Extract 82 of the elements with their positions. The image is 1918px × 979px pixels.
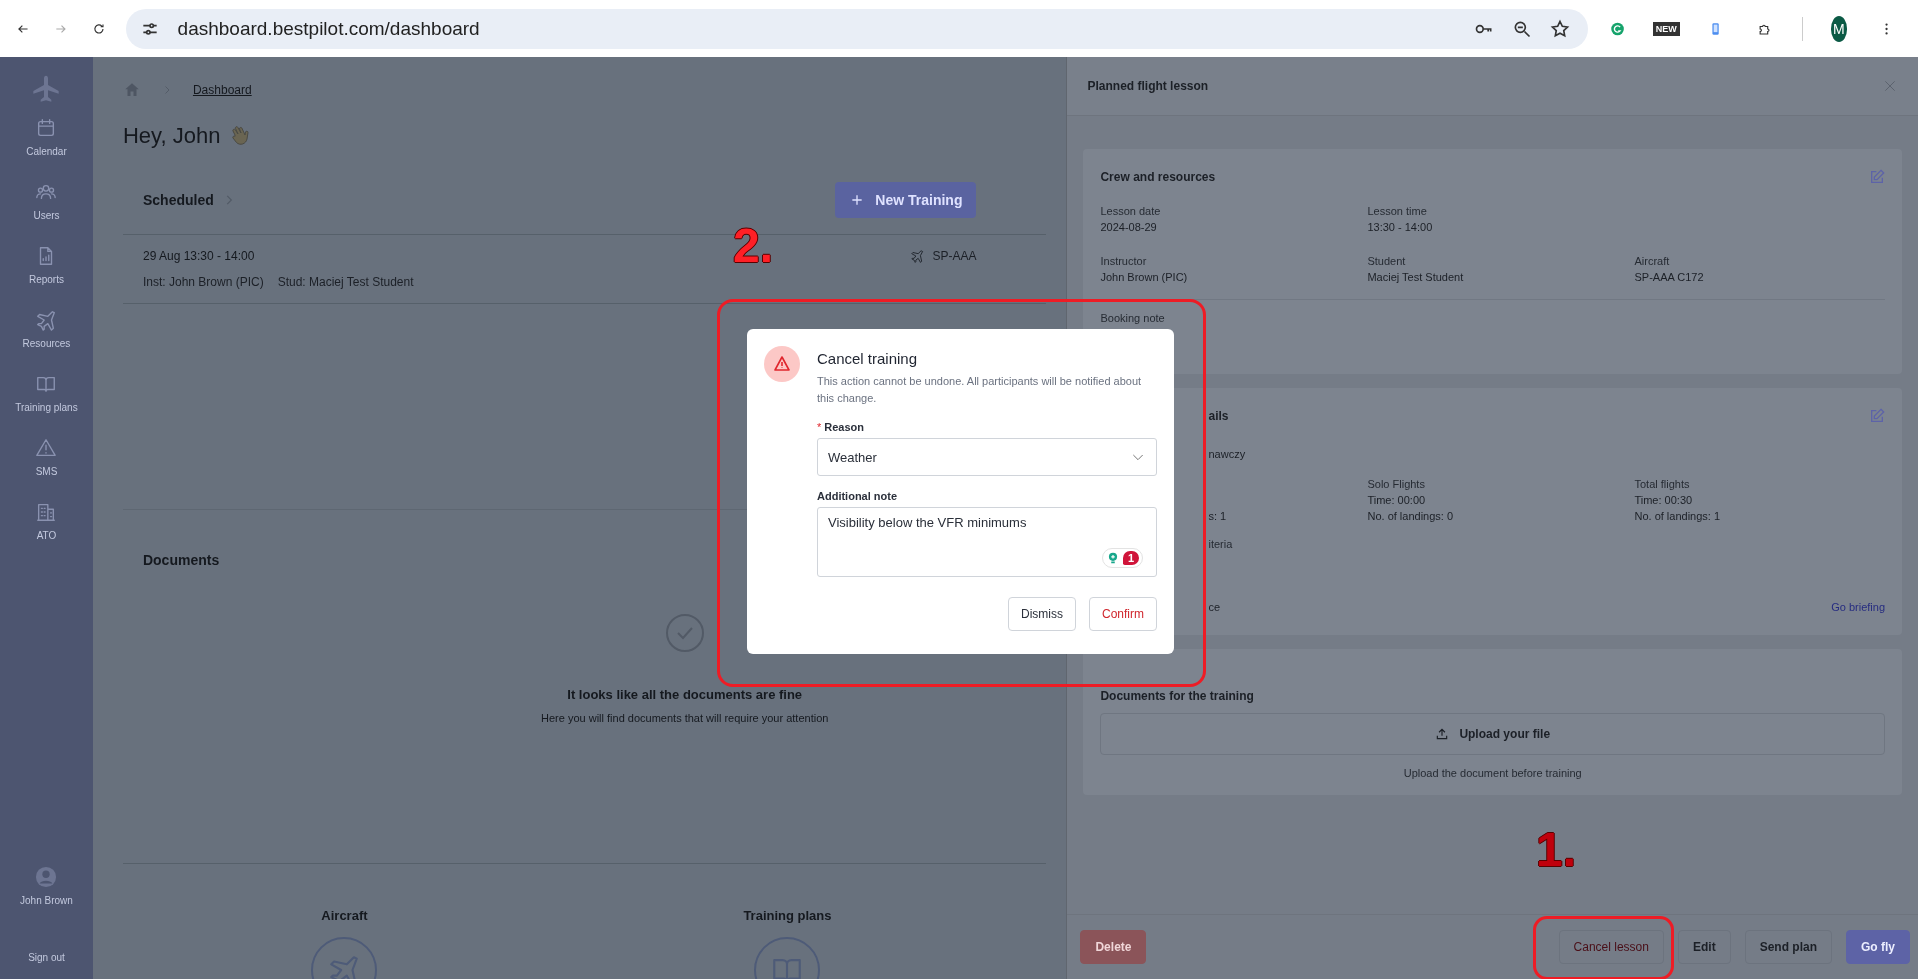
lesson-aircraft: SP-AAA xyxy=(932,249,977,263)
field-value: SP-AAA C172 xyxy=(1634,270,1705,285)
empty-text: Here you will find documents that will require your attention xyxy=(541,712,829,724)
card-title: ails xyxy=(1208,409,1229,423)
annotation-number: 1. xyxy=(1536,826,1577,874)
card-title: Documents for the training xyxy=(1100,689,1255,703)
sidebar-item[interactable]: Calendar xyxy=(14,117,79,159)
upload-hint: Upload the document before training xyxy=(1402,767,1583,779)
footer-button[interactable]: Send plan xyxy=(1744,930,1832,964)
field-value: John Brown (PIC) xyxy=(1100,270,1189,285)
new-training-button[interactable]: New Training xyxy=(835,182,977,218)
lesson-instructor: Inst: John Brown (PIC) xyxy=(142,275,264,289)
briefing-link[interactable]: Go briefing xyxy=(1831,599,1885,615)
field-label: Instructor xyxy=(1100,254,1148,269)
dialog-button[interactable]: Confirm xyxy=(1089,597,1157,631)
field-label: iteria xyxy=(1208,537,1233,552)
footer-button[interactable]: Go fly xyxy=(1846,930,1910,964)
sidebar-item[interactable]: Training plans xyxy=(14,373,79,415)
field-value: Time: 00:30 xyxy=(1634,493,1694,508)
reason-select[interactable]: Weather xyxy=(817,438,1157,476)
sidebar-item[interactable]: Reports xyxy=(14,245,79,287)
field-value: Time: 00:00 xyxy=(1367,493,1427,508)
footer-button[interactable]: Edit xyxy=(1677,930,1731,964)
sidebar-item[interactable]: ATO xyxy=(14,501,79,543)
field-value: No. of landings: 0 xyxy=(1367,509,1455,524)
field-label: Solo Flights xyxy=(1367,477,1426,492)
sidebar-item[interactable]: Resources xyxy=(14,309,79,351)
edit-icon[interactable] xyxy=(1869,169,1885,185)
breadcrumb-link[interactable]: Dashboard xyxy=(192,83,252,97)
annotation-number: 2. xyxy=(733,222,774,270)
footer-button[interactable]: Cancel lesson xyxy=(1558,930,1664,964)
field-value: 2024-08-29 xyxy=(1100,220,1158,235)
empty-title: It looks like all the documents are fine xyxy=(567,687,803,702)
panel-title: Planned flight lesson xyxy=(1087,79,1209,93)
sign-out-link[interactable]: Sign out xyxy=(28,952,65,963)
plane-icon[interactable] xyxy=(35,309,58,331)
field-label: Total flights xyxy=(1634,477,1691,492)
close-icon[interactable] xyxy=(1882,78,1898,94)
field-label: ce xyxy=(1208,600,1221,615)
card-title: Crew and resources xyxy=(1100,170,1216,184)
field-label: Booking note xyxy=(1100,312,1165,324)
field-label: Aircraft xyxy=(1634,254,1671,269)
dialog-button[interactable]: Dismiss xyxy=(1008,597,1076,631)
required-mark: * xyxy=(817,421,822,433)
field-label: Student xyxy=(1367,254,1407,269)
field-label: Additional note xyxy=(817,490,898,502)
field-label: Reason xyxy=(824,421,865,433)
profile-avatar[interactable]: M xyxy=(1830,15,1847,42)
edit-icon[interactable] xyxy=(1869,408,1885,424)
upload-button[interactable]: Upload your file xyxy=(1100,713,1885,755)
field-value: 13:30 - 14:00 xyxy=(1367,220,1434,235)
dialog-title: Cancel training xyxy=(817,350,919,367)
user-avatar-icon[interactable] xyxy=(35,866,58,888)
star-icon[interactable] xyxy=(1549,18,1570,39)
warning-icon xyxy=(764,346,800,382)
field-label: Lesson time xyxy=(1367,204,1428,219)
lesson-time[interactable]: 29 Aug 13:30 - 14:00 xyxy=(142,249,414,263)
user-menu[interactable]: John Brown xyxy=(14,866,79,908)
upload-icon xyxy=(1435,727,1450,741)
lesson-student: Stud: Maciej Test Student xyxy=(277,275,414,289)
field-value: Maciej Test Student xyxy=(1367,270,1465,285)
section-title: Training plans xyxy=(743,908,832,923)
field-value: s: 1 xyxy=(1208,509,1228,524)
field-value: No. of landings: 1 xyxy=(1634,509,1722,524)
section-title: Aircraft xyxy=(321,908,368,923)
section-title: Documents xyxy=(142,552,221,568)
dialog-description: This action cannot be undone. All participants will be notified about this change. xyxy=(817,374,1143,406)
plane-icon[interactable] xyxy=(910,249,925,263)
section-title[interactable]: Scheduled xyxy=(142,192,214,208)
address-bar[interactable]: dashboard.bestpilot.com/dashboard xyxy=(125,8,1588,49)
field-label: Lesson date xyxy=(1100,204,1162,219)
sidebar-item[interactable]: SMS xyxy=(14,437,79,479)
sidebar-item[interactable]: Users xyxy=(14,181,79,223)
check-circle-icon xyxy=(664,613,705,653)
extension-badge[interactable]: NEW xyxy=(1652,21,1680,36)
footer-button[interactable]: Delete xyxy=(1080,930,1147,964)
warning-icon[interactable] xyxy=(35,437,58,459)
greeting: Hey, John xyxy=(122,123,221,149)
field-value: nawczy xyxy=(1208,447,1246,462)
note-field[interactable]: Visibility below the VFR minimums 1 xyxy=(817,507,1157,577)
grammar-badge[interactable]: 1 xyxy=(1101,548,1143,568)
building-icon[interactable] xyxy=(35,501,58,523)
